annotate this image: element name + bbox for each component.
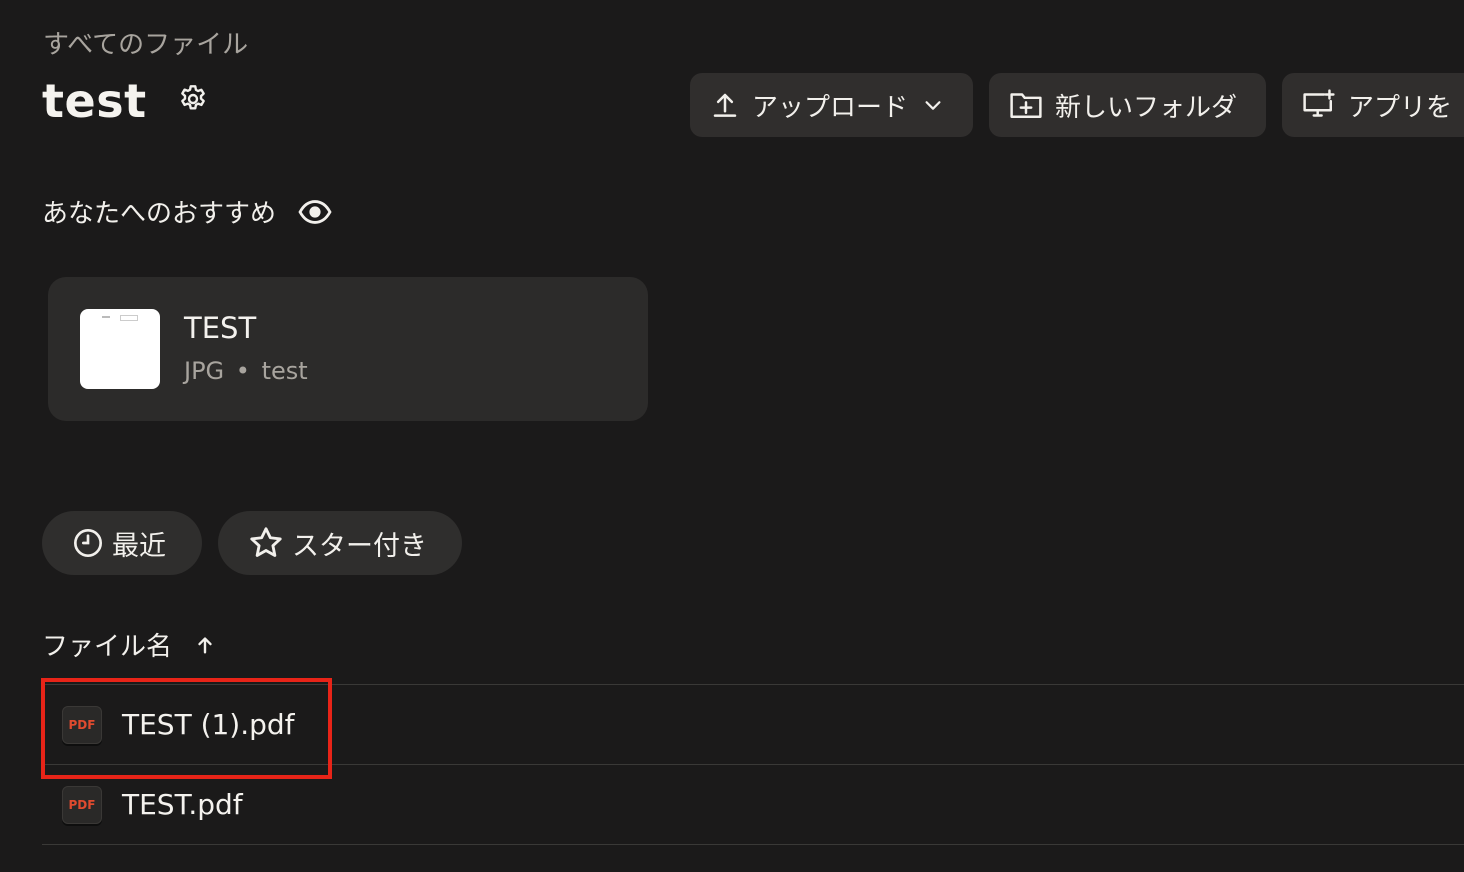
star-icon: [248, 525, 284, 561]
upload-label: アップロード: [752, 92, 909, 123]
app-desktop-icon: [1302, 89, 1336, 121]
clock-icon: [72, 527, 104, 559]
app-button[interactable]: アプリを: [1282, 73, 1464, 137]
chevron-down-icon: [922, 94, 944, 116]
filter-starred-label: スター付き: [292, 530, 427, 562]
file-name: TEST (1).pdf: [122, 708, 295, 741]
upload-icon: [710, 90, 740, 120]
eye-icon[interactable]: [298, 199, 332, 225]
suggested-file-location: test: [261, 357, 308, 385]
file-thumbnail: [80, 309, 160, 389]
file-row[interactable]: PDF TEST.pdf: [42, 765, 1464, 844]
file-row[interactable]: PDF TEST (1).pdf: [42, 685, 1464, 764]
suggested-file-meta: JPG • test: [184, 357, 308, 385]
suggested-file-type: JPG: [184, 357, 225, 385]
new-folder-label: 新しいフォルダ: [1055, 92, 1238, 123]
upload-button[interactable]: アップロード: [690, 73, 973, 137]
suggestions-header: あなたへのおすすめ: [42, 193, 332, 230]
pdf-file-icon: PDF: [62, 785, 102, 824]
file-name: TEST.pdf: [122, 788, 243, 821]
column-header-label: ファイル名: [42, 632, 173, 662]
gear-icon: [177, 83, 209, 119]
file-browser-page: すべてのファイル test アップロード 新しいフォルダ アプリを あなたへのお…: [0, 0, 1464, 872]
breadcrumb[interactable]: すべてのファイル: [43, 24, 248, 61]
page-title: test: [42, 74, 147, 128]
app-label: アプリを: [1348, 92, 1453, 123]
new-folder-button[interactable]: 新しいフォルダ: [989, 73, 1266, 137]
suggestions-heading: あなたへのおすすめ: [42, 199, 277, 229]
meta-separator: •: [235, 357, 250, 385]
column-header-filename[interactable]: ファイル名: [42, 626, 216, 663]
title-row: test: [42, 74, 211, 128]
pdf-file-icon: PDF: [62, 705, 102, 744]
suggested-file-card[interactable]: TEST JPG • test: [48, 277, 648, 421]
sort-arrow-up-icon: [194, 634, 216, 656]
folder-add-icon: [1009, 90, 1043, 120]
divider: [42, 844, 1464, 845]
suggested-file-name: TEST: [184, 311, 257, 345]
filter-recent-label: 最近: [112, 530, 166, 562]
filter-starred[interactable]: スター付き: [218, 511, 462, 575]
filter-recent[interactable]: 最近: [42, 511, 202, 575]
settings-button[interactable]: [175, 83, 211, 119]
